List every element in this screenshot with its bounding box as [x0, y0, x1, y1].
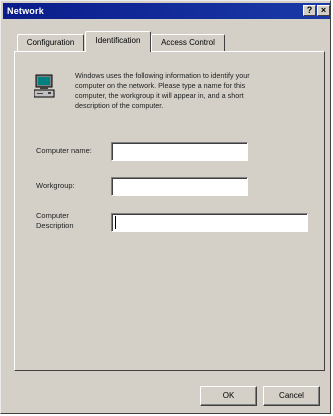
- workgroup-field[interactable]: [111, 177, 248, 196]
- computer-name-label: Computer name:: [36, 146, 92, 155]
- title-bar[interactable]: Network ? ×: [3, 3, 330, 19]
- computer-description-field[interactable]: [111, 213, 308, 232]
- text-cursor: [115, 216, 116, 229]
- info-line: Windows uses the following information t…: [75, 71, 250, 80]
- identification-info-text: Windows uses the following information t…: [75, 71, 315, 111]
- tab-configuration[interactable]: Configuration: [17, 34, 84, 51]
- window-title: Network: [7, 6, 44, 16]
- description-label-line: Computer: [36, 211, 69, 220]
- help-icon[interactable]: ?: [303, 5, 316, 16]
- cancel-button[interactable]: Cancel: [263, 386, 320, 406]
- computer-description-label: Computer Description: [36, 211, 96, 231]
- tab-identification[interactable]: Identification: [85, 31, 151, 52]
- description-label-line: Description: [36, 221, 74, 230]
- close-icon[interactable]: ×: [317, 5, 330, 16]
- computer-icon: [34, 74, 55, 98]
- info-line: description of the computer.: [75, 101, 164, 110]
- ok-button[interactable]: OK: [200, 386, 257, 406]
- info-line: computer, the workgroup it will appear i…: [75, 91, 244, 100]
- info-line: computer on the network. Please type a n…: [75, 81, 246, 90]
- computer-name-field[interactable]: [111, 142, 248, 161]
- workgroup-label: Workgroup:: [36, 181, 75, 190]
- tab-access-control[interactable]: Access Control: [151, 34, 225, 51]
